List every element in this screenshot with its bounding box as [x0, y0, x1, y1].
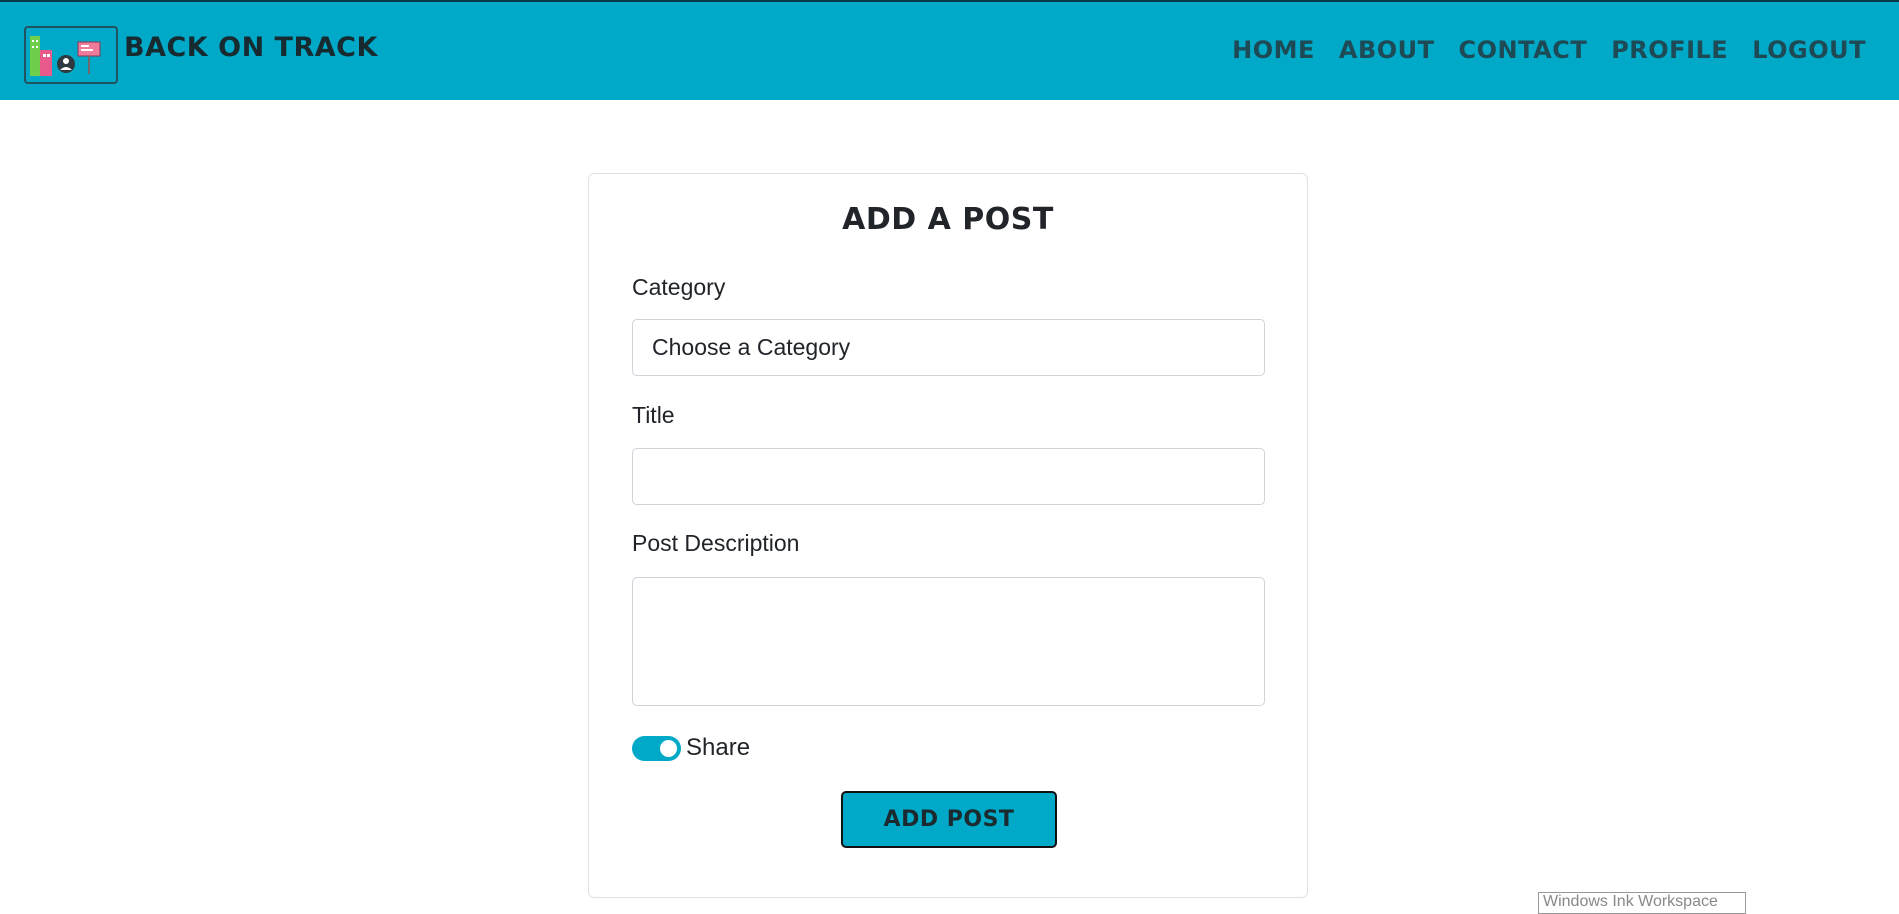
- main-nav: HOME ABOUT CONTACT PROFILE LOGOUT: [1232, 36, 1866, 64]
- add-post-button[interactable]: ADD POST: [841, 791, 1057, 848]
- nav-profile[interactable]: PROFILE: [1611, 36, 1728, 64]
- share-label: Share: [686, 734, 751, 761]
- windows-ink-workspace-tooltip: Windows Ink Workspace: [1538, 892, 1746, 914]
- toggle-knob: [660, 740, 677, 757]
- category-select[interactable]: Choose a Category: [632, 319, 1265, 376]
- logo-icon[interactable]: [24, 26, 118, 84]
- title-input[interactable]: [632, 448, 1265, 505]
- nav-logout[interactable]: LOGOUT: [1752, 36, 1866, 64]
- page-title: ADD A POST: [842, 202, 1054, 237]
- share-toggle[interactable]: [632, 736, 681, 761]
- nav-home[interactable]: HOME: [1232, 36, 1315, 64]
- description-label: Post Description: [632, 530, 800, 556]
- description-textarea[interactable]: [632, 577, 1265, 706]
- brand-title[interactable]: BACK ON TRACK: [124, 32, 378, 63]
- title-label: Title: [632, 402, 675, 428]
- top-navbar: BACK ON TRACK HOME ABOUT CONTACT PROFILE…: [0, 0, 1899, 100]
- nav-about[interactable]: ABOUT: [1339, 36, 1435, 64]
- category-label: Category: [632, 274, 726, 300]
- add-post-card: ADD A POST Category Choose a Category Ti…: [588, 173, 1308, 898]
- nav-contact[interactable]: CONTACT: [1459, 36, 1588, 64]
- category-select-value: Choose a Category: [652, 334, 851, 360]
